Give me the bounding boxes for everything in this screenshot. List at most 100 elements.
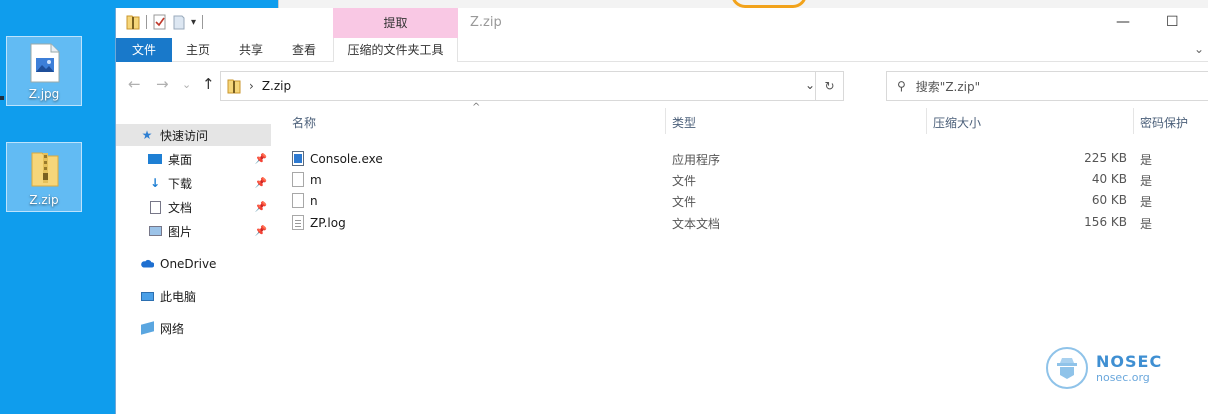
desktop-icon-zjpg[interactable]: Z.jpg — [6, 36, 82, 106]
nav-item-desktop[interactable]: 桌面 📌 — [116, 148, 271, 170]
nav-item-this-pc[interactable]: 此电脑 — [116, 285, 271, 307]
column-divider[interactable] — [926, 108, 927, 134]
column-header-password[interactable]: 密码保护 — [1140, 112, 1188, 134]
contextual-tab-extract[interactable]: 提取 — [333, 8, 458, 38]
file-password-protected: 是 — [1140, 217, 1153, 231]
tab-compressed-folder-tools[interactable]: 压缩的文件夹工具 — [333, 38, 458, 62]
zip-folder-icon — [227, 79, 241, 94]
forward-arrow-icon[interactable]: → — [156, 75, 169, 93]
ribbon-tabs: 文件 主页 共享 查看 压缩的文件夹工具 ⌄ — [116, 38, 1208, 62]
file-name: ZP.log — [310, 215, 346, 230]
file-name: m — [310, 172, 322, 187]
nav-label: 快速访问 — [160, 128, 209, 143]
properties-icon[interactable] — [153, 14, 167, 30]
explorer-window: ▾ 提取 Z.zip — ☐ 文件 主页 共享 查看 压缩的文件夹工具 ⌄ ← … — [115, 8, 1208, 414]
file-name: n — [310, 193, 318, 208]
nav-item-onedrive[interactable]: OneDrive — [116, 253, 271, 275]
file-name: Console.exe — [310, 151, 383, 166]
search-box[interactable]: ⚲ 搜索"Z.zip" — [886, 71, 1208, 101]
pin-icon[interactable]: 📌 — [255, 226, 267, 237]
title-bar: ▾ 提取 Z.zip — ☐ — [116, 8, 1208, 38]
search-icon: ⚲ — [897, 79, 906, 93]
text-file-icon — [292, 215, 304, 230]
pin-icon[interactable]: 📌 — [255, 178, 267, 189]
nav-label: 此电脑 — [160, 289, 197, 304]
nav-item-network[interactable]: 网络 — [116, 317, 271, 339]
watermark-text: NOSEC nosec.org — [1096, 352, 1162, 384]
breadcrumb-chevron-icon[interactable]: › — [249, 79, 254, 93]
nav-label: 桌面 — [168, 152, 193, 167]
zip-folder-icon — [126, 15, 140, 30]
tab-file[interactable]: 文件 — [116, 38, 172, 62]
column-divider[interactable] — [1133, 108, 1134, 134]
address-dropdown-icon[interactable]: ⌄ — [805, 78, 815, 92]
desktop-icon-zzip[interactable]: Z.zip — [6, 142, 82, 212]
recent-locations-icon[interactable]: ⌄ — [182, 78, 191, 91]
back-arrow-icon[interactable]: ← — [128, 75, 141, 93]
nav-item-downloads[interactable]: ↓ 下载 📌 — [116, 172, 271, 194]
file-size: 60 KB — [1091, 193, 1127, 207]
tab-view[interactable]: 查看 — [284, 38, 324, 62]
minimize-icon[interactable]: — — [1116, 14, 1130, 30]
search-placeholder: 搜索"Z.zip" — [915, 79, 981, 94]
navigation-pane: ★ 快速访问 桌面 📌 ↓ 下载 📌 文档 📌 图片 📌 OneDrive 此电… — [116, 108, 274, 414]
file-type: 文件 — [672, 195, 697, 209]
watermark-line2: nosec.org — [1096, 371, 1150, 384]
pin-icon[interactable]: 📌 — [255, 154, 267, 165]
file-name-cell: n — [292, 193, 318, 208]
column-divider[interactable] — [665, 108, 666, 134]
nav-item-documents[interactable]: 文档 📌 — [116, 196, 271, 218]
file-password-protected: 是 — [1140, 174, 1153, 188]
refresh-icon[interactable]: ↻ — [815, 72, 843, 100]
file-name-cell: ZP.log — [292, 215, 346, 230]
nav-label: 下载 — [168, 176, 193, 191]
customize-toolbar-icon[interactable]: ▾ — [191, 17, 196, 28]
file-row[interactable]: n 文件 60 KB 是 — [274, 190, 1208, 211]
nav-item-pictures[interactable]: 图片 📌 — [116, 220, 271, 242]
file-name-cell: m — [292, 172, 322, 187]
column-header-size[interactable]: 压缩大小 — [933, 112, 981, 134]
column-header-type[interactable]: 类型 — [672, 112, 696, 134]
blank-file-icon — [292, 193, 304, 208]
file-size: 40 KB — [1091, 172, 1127, 186]
file-name-cell: Console.exe — [292, 151, 383, 166]
maximize-icon[interactable]: ☐ — [1166, 14, 1179, 30]
image-file-icon — [30, 43, 60, 83]
breadcrumb-path[interactable]: Z.zip — [262, 79, 291, 93]
nav-quick-access[interactable]: ★ 快速访问 — [116, 124, 271, 146]
up-arrow-icon[interactable]: ↑ — [202, 75, 215, 93]
file-row[interactable]: Console.exe 应用程序 225 KB 是 — [274, 148, 1208, 169]
file-password-protected: 是 — [1140, 153, 1153, 167]
nav-label: OneDrive — [160, 257, 217, 271]
window-title: Z.zip — [470, 15, 502, 30]
pictures-folder-icon — [148, 224, 162, 238]
column-header-name[interactable]: 名称 — [292, 112, 316, 134]
toolbar-separator — [146, 15, 147, 29]
toolbar-separator — [202, 15, 204, 29]
pin-icon[interactable]: 📌 — [255, 202, 267, 213]
navigation-bar: ← → ⌄ ↑ › Z.zip ⌄ ↻ ⚲ 搜索"Z.zip" — [116, 68, 1208, 102]
cloud-icon — [140, 257, 154, 271]
nav-label: 图片 — [168, 224, 193, 239]
desktop-icon-label: Z.jpg — [28, 87, 60, 101]
sort-ascending-icon: ^ — [472, 102, 481, 113]
network-icon — [140, 321, 154, 335]
tab-share[interactable]: 共享 — [231, 38, 271, 62]
file-size: 225 KB — [1084, 151, 1127, 165]
background-window — [278, 0, 1208, 8]
file-row[interactable]: ZP.log 文本文档 156 KB 是 — [274, 212, 1208, 233]
computer-icon — [140, 289, 154, 303]
nosec-watermark: NOSEC nosec.org — [1046, 347, 1162, 389]
file-type: 应用程序 — [672, 153, 721, 167]
nav-label: 文档 — [168, 200, 193, 215]
new-folder-icon[interactable] — [173, 14, 185, 30]
desktop-icon-label: Z.zip — [29, 193, 59, 207]
address-bar[interactable]: › Z.zip ⌄ ↻ — [220, 71, 844, 101]
download-folder-icon: ↓ — [149, 176, 161, 190]
file-row[interactable]: m 文件 40 KB 是 — [274, 169, 1208, 190]
background-window-graphic — [731, 0, 807, 8]
tab-home[interactable]: 主页 — [178, 38, 218, 62]
chevron-down-icon[interactable]: ⌄ — [1194, 42, 1204, 56]
desktop-folder-icon — [148, 152, 162, 166]
watermark-line1: NOSEC — [1096, 352, 1163, 371]
